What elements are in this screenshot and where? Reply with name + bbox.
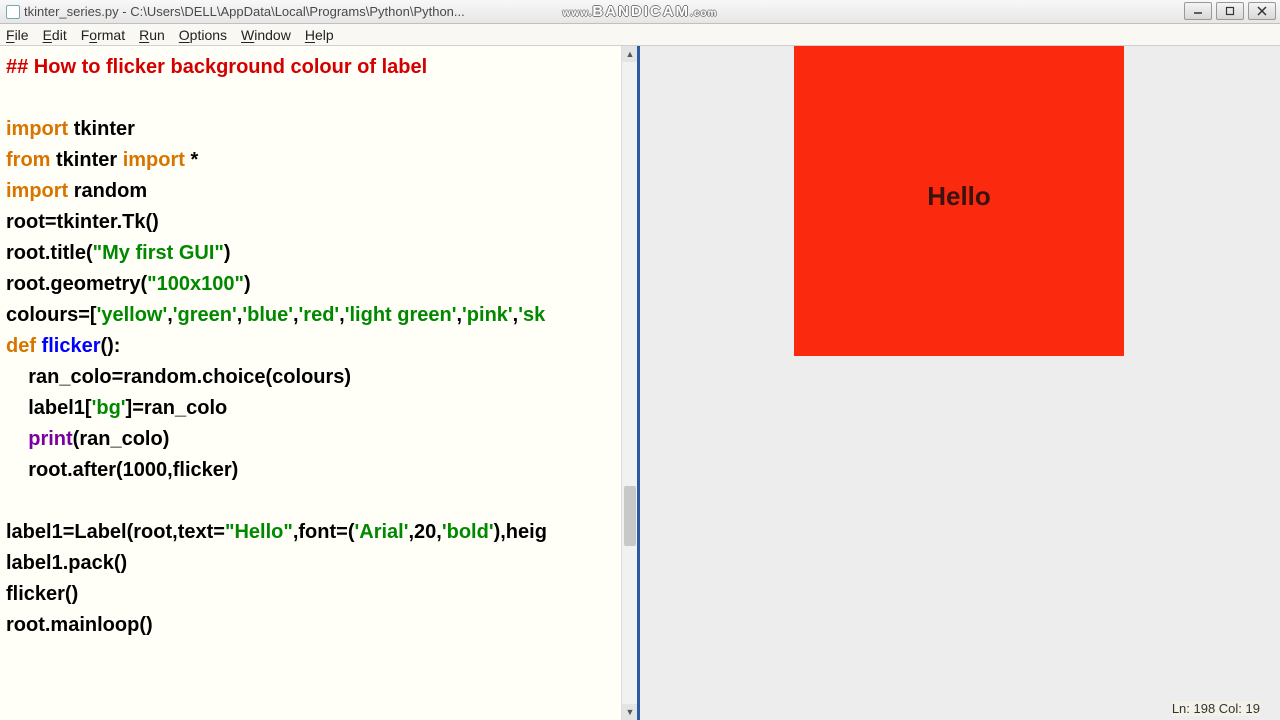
tk-root-window[interactable]: Hello bbox=[794, 46, 1124, 356]
menubar: File Edit Format Run Options Window Help bbox=[0, 24, 1280, 46]
menu-options[interactable]: Options bbox=[179, 27, 227, 43]
app-icon bbox=[6, 5, 20, 19]
minimize-icon bbox=[1193, 6, 1203, 16]
editor-pane[interactable]: ## How to flicker background colour of l… bbox=[0, 46, 640, 720]
scrollbar[interactable]: ▲ ▼ bbox=[621, 46, 637, 720]
menu-help[interactable]: Help bbox=[305, 27, 334, 43]
maximize-icon bbox=[1225, 6, 1235, 16]
scroll-thumb[interactable] bbox=[624, 486, 636, 546]
minimize-button[interactable] bbox=[1184, 2, 1212, 20]
window-controls bbox=[1184, 2, 1276, 20]
menu-file[interactable]: File bbox=[6, 27, 29, 43]
scroll-up-icon[interactable]: ▲ bbox=[622, 46, 638, 62]
statusbar: Ln: 198 Col: 19 bbox=[1172, 701, 1260, 716]
code-area[interactable]: ## How to flicker background colour of l… bbox=[0, 46, 637, 641]
close-icon bbox=[1257, 6, 1267, 16]
window-title: tkinter_series.py - C:\Users\DELL\AppDat… bbox=[24, 4, 465, 19]
maximize-button[interactable] bbox=[1216, 2, 1244, 20]
scroll-down-icon[interactable]: ▼ bbox=[622, 704, 638, 720]
menu-edit[interactable]: Edit bbox=[43, 27, 67, 43]
bandicam-watermark: www.BANDICAM.com bbox=[563, 3, 718, 20]
menu-window[interactable]: Window bbox=[241, 27, 291, 43]
menu-run[interactable]: Run bbox=[139, 27, 165, 43]
tk-output-pane: Hello bbox=[640, 46, 1280, 720]
titlebar: tkinter_series.py - C:\Users\DELL\AppDat… bbox=[0, 0, 1280, 24]
main-area: ## How to flicker background colour of l… bbox=[0, 46, 1280, 720]
menu-format[interactable]: Format bbox=[81, 27, 125, 43]
tk-label-hello: Hello bbox=[927, 181, 991, 212]
close-button[interactable] bbox=[1248, 2, 1276, 20]
